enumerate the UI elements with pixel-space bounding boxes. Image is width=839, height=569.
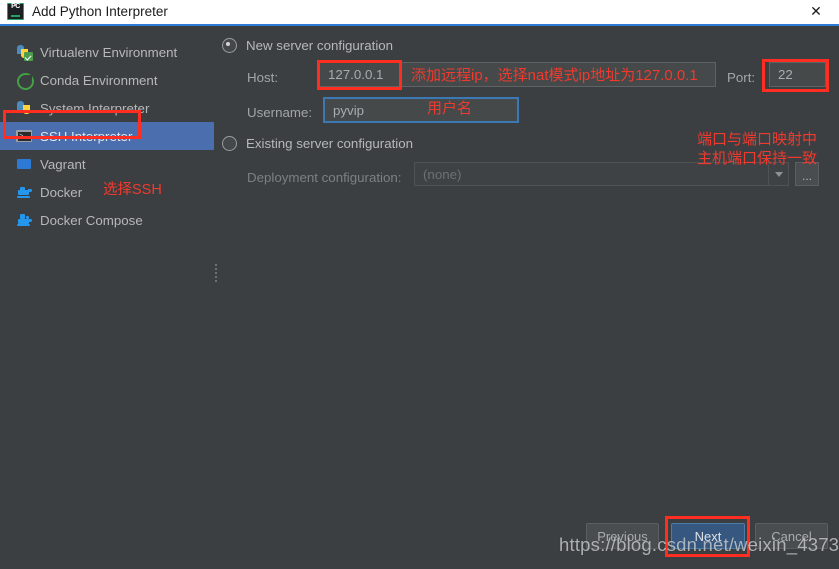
radio-new-server-configuration[interactable]: New server configuration [222, 38, 393, 53]
port-input[interactable]: 22 [769, 62, 826, 87]
splitter-grip-icon [215, 264, 218, 282]
docker-icon [16, 184, 32, 200]
annotation-port-note-line1: 端口与端口映射中 [697, 131, 818, 148]
dialog-body: Virtualenv Environment Conda Environment… [0, 26, 839, 569]
vagrant-icon [16, 156, 32, 172]
next-button[interactable]: Next [671, 523, 745, 549]
virtualenv-icon [16, 44, 33, 61]
pane-splitter[interactable] [214, 26, 222, 516]
cancel-button[interactable]: Cancel [755, 523, 828, 549]
radio-indicator-icon [222, 38, 237, 53]
sidebar-item-docker-compose[interactable]: Docker Compose [0, 206, 214, 234]
host-label: Host: [247, 70, 279, 85]
window-title: Add Python Interpreter [32, 3, 168, 19]
configuration-pane: New server configuration Host: 127.0.0.1… [222, 26, 839, 516]
sidebar-item-ssh-interpreter[interactable]: >_ SSH Interpreter [0, 122, 214, 150]
python-icon [16, 100, 32, 116]
annotation-username-note: 用户名 [427, 100, 473, 117]
sidebar-item-label: Docker [40, 184, 83, 200]
close-icon[interactable]: ✕ [793, 0, 839, 22]
sidebar-item-label: Docker Compose [40, 212, 143, 228]
conda-icon [16, 72, 34, 90]
username-label: Username: [247, 105, 313, 120]
sidebar-item-label: SSH Interpreter [40, 128, 133, 144]
sidebar-item-vagrant[interactable]: Vagrant [0, 150, 214, 178]
window-titlebar: Add Python Interpreter ✕ [0, 0, 839, 26]
username-input[interactable]: pyvip [323, 97, 519, 123]
sidebar-item-label: Conda Environment [40, 72, 158, 88]
sidebar-item-system-interpreter[interactable]: System Interpreter [0, 94, 214, 122]
pycharm-icon [7, 2, 24, 20]
annotation-ssh-note: 选择SSH [103, 182, 162, 198]
interpreter-type-list[interactable]: Virtualenv Environment Conda Environment… [0, 26, 214, 516]
radio-label: New server configuration [246, 38, 394, 53]
annotation-host-note: 添加远程ip，选择nat模式ip地址为127.0.0.1 [411, 67, 698, 84]
radio-label: Existing server configuration [246, 136, 414, 151]
deployment-configuration-value: (none) [423, 166, 462, 182]
deployment-configuration-label: Deployment configuration: [247, 170, 402, 185]
annotation-port-note-line2: 主机端口保持一致 [697, 150, 818, 167]
sidebar-item-label: Virtualenv Environment [40, 44, 178, 60]
radio-existing-server-configuration[interactable]: Existing server configuration [222, 136, 413, 151]
port-label: Port: [727, 70, 756, 85]
sidebar-item-virtualenv-environment[interactable]: Virtualenv Environment [0, 38, 214, 66]
sidebar-item-label: Vagrant [40, 156, 86, 172]
previous-button[interactable]: Previous [586, 523, 659, 549]
docker-compose-icon [16, 212, 32, 228]
sidebar-item-label: System Interpreter [40, 100, 150, 116]
sidebar-item-conda-environment[interactable]: Conda Environment [0, 66, 214, 94]
terminal-icon: >_ [16, 128, 32, 144]
radio-indicator-icon [222, 136, 237, 151]
